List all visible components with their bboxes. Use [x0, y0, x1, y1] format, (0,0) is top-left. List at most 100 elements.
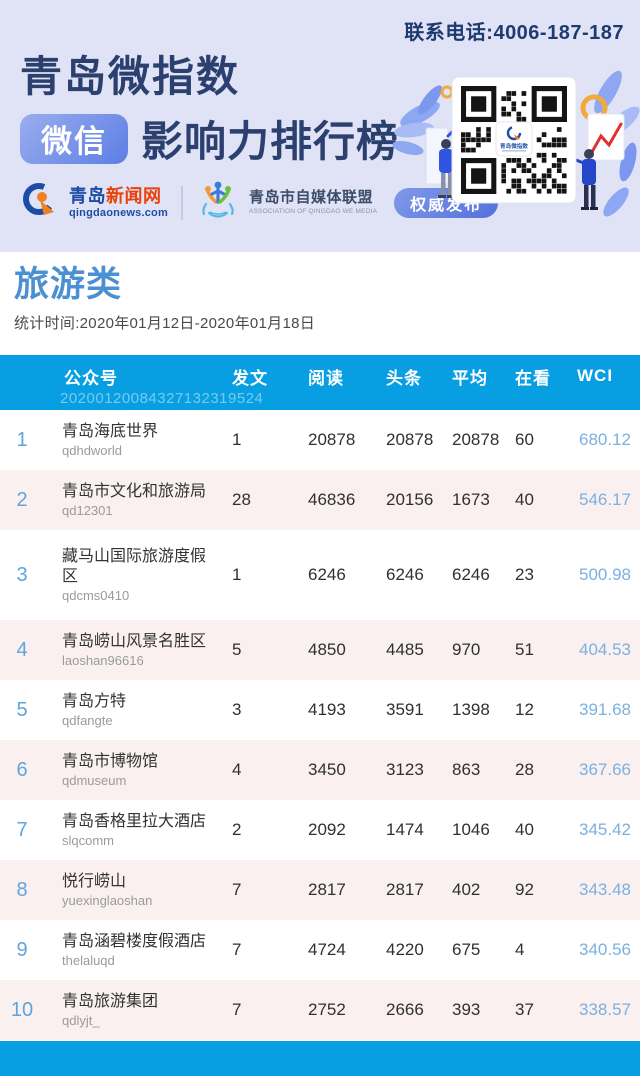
posts-value: 7: [230, 880, 306, 900]
average-value: 675: [450, 940, 513, 960]
posts-value: 7: [230, 1000, 306, 1020]
main-title-line2: 影响力排行榜: [141, 108, 399, 169]
reads-value: 6246: [306, 565, 384, 585]
account-name: 青岛旅游集团: [62, 992, 216, 1012]
table-row: 7 青岛香格里拉大酒店 slqcomm 2 2092 1474 1046 40 …: [0, 800, 640, 860]
reads-value: 3450: [306, 760, 384, 780]
views-value: 51: [513, 640, 575, 660]
qingdaonews-logo-icon: [20, 180, 60, 225]
account-id: laoshan96616: [62, 654, 216, 668]
column-views: 在看: [513, 364, 575, 389]
views-value: 28: [513, 760, 575, 780]
reads-value: 2817: [306, 880, 384, 900]
table-row: 8 悦行崂山 yuexinglaoshan 7 2817 2817 402 92…: [0, 860, 640, 920]
reads-value: 46836: [306, 490, 384, 510]
posts-value: 7: [230, 940, 306, 960]
account-name: 青岛香格里拉大酒店: [62, 812, 216, 832]
association-name: 青岛市自媒体联盟: [249, 190, 377, 207]
account-id: yuexinglaoshan: [62, 894, 216, 908]
posts-value: 3: [230, 700, 306, 720]
wci-value: 338.57: [575, 1000, 640, 1020]
top-value: 20156: [384, 490, 450, 510]
table-row: 3 藏马山国际旅游度假区 qdcms0410 1 6246 6246 6246 …: [0, 530, 640, 620]
account-cell: 青岛旅游集团 qdlyjt_: [58, 992, 230, 1028]
posts-value: 1: [230, 565, 306, 585]
average-value: 1673: [450, 490, 513, 510]
qr-center-label: 青岛微指数: [500, 142, 528, 150]
wci-value: 680.12: [575, 430, 640, 450]
reads-value: 20878: [306, 430, 384, 450]
account-id: qdcms0410: [62, 589, 216, 603]
posts-value: 2: [230, 820, 306, 840]
rank-number: 3: [0, 564, 58, 587]
views-value: 37: [513, 1000, 575, 1020]
rank-number: 2: [0, 489, 58, 512]
logo-divider: [181, 186, 183, 220]
posts-value: 4: [230, 760, 306, 780]
main-title-line1: 青岛微指数: [20, 56, 399, 100]
column-account: 公众号: [58, 364, 230, 389]
wci-value: 546.17: [575, 490, 640, 510]
top-value: 2817: [384, 880, 450, 900]
average-value: 863: [450, 760, 513, 780]
wci-value: 500.98: [575, 565, 640, 585]
account-cell: 青岛海底世界 qdhdworld: [58, 422, 230, 458]
top-value: 3123: [384, 760, 450, 780]
qingdaonews-url: qingdaonews.com: [69, 207, 168, 219]
top-value: 3591: [384, 700, 450, 720]
ranking-poster: 联系电话:4006-187-187 青岛微指数 微信 影响力排行榜 青岛新闻网 …: [0, 0, 640, 1075]
qingdaonews-name-cn2: 新闻网: [106, 186, 162, 206]
average-value: 393: [450, 1000, 513, 1020]
top-value: 20878: [384, 430, 450, 450]
rank-number: 8: [0, 879, 58, 902]
account-cell: 青岛市文化和旅游局 qd12301: [58, 482, 230, 518]
account-name: 青岛海底世界: [62, 422, 216, 442]
top-value: 4485: [384, 640, 450, 660]
table-row: 5 青岛方特 qdfangte 3 4193 3591 1398 12 391.…: [0, 680, 640, 740]
qr-center-logo: 青岛微指数: [496, 122, 532, 156]
average-value: 970: [450, 640, 513, 660]
column-wci: WCI: [575, 366, 640, 386]
account-id: qd12301: [62, 504, 216, 518]
account-name: 悦行崂山: [62, 872, 216, 892]
stat-period: 统计时间:2020年01月12日-2020年01月18日: [14, 312, 640, 333]
average-value: 20878: [450, 430, 513, 450]
reads-value: 4850: [306, 640, 384, 660]
wci-value: 343.48: [575, 880, 640, 900]
wci-value: 367.66: [575, 760, 640, 780]
account-name: 青岛市文化和旅游局: [62, 482, 216, 502]
average-value: 1046: [450, 820, 513, 840]
views-value: 12: [513, 700, 575, 720]
column-top: 头条: [384, 364, 450, 389]
views-value: 40: [513, 490, 575, 510]
header-watermark: 20200120084327132319524: [60, 390, 263, 407]
title-block: 青岛微指数 微信 影响力排行榜: [20, 56, 399, 169]
account-name: 青岛方特: [62, 692, 216, 712]
views-value: 23: [513, 565, 575, 585]
rank-number: 9: [0, 939, 58, 962]
table-row: 10 青岛旅游集团 qdlyjt_ 7 2752 2666 393 37 338…: [0, 980, 640, 1040]
association-logo-text: 青岛市自媒体联盟 ASSOCIATION OF QINGDAO WE MEDIA: [249, 190, 377, 216]
account-id: qdlyjt_: [62, 1014, 216, 1028]
ranking-table: 公众号 发文 阅读 头条 平均 在看 WCI 20200120084327132…: [0, 355, 640, 1040]
table-row: 9 青岛涵碧楼度假酒店 thelaluqd 7 4724 4220 675 4 …: [0, 920, 640, 980]
average-value: 402: [450, 880, 513, 900]
top-value: 6246: [384, 565, 450, 585]
views-value: 40: [513, 820, 575, 840]
average-value: 6246: [450, 565, 513, 585]
wci-value: 340.56: [575, 940, 640, 960]
account-name: 青岛市博物馆: [62, 752, 216, 772]
account-id: slqcomm: [62, 834, 216, 848]
qingdaonews-name-cn1: 青岛: [69, 186, 106, 206]
posts-value: 1: [230, 430, 306, 450]
account-cell: 青岛崂山风景名胜区 laoshan96616: [58, 632, 230, 668]
rank-number: 10: [0, 999, 58, 1022]
account-name: 青岛崂山风景名胜区: [62, 632, 216, 652]
average-value: 1398: [450, 700, 513, 720]
posts-value: 28: [230, 490, 306, 510]
rank-number: 1: [0, 429, 58, 452]
table-body: 1 青岛海底世界 qdhdworld 1 20878 20878 20878 6…: [0, 410, 640, 1040]
reads-value: 4193: [306, 700, 384, 720]
table-row: 6 青岛市博物馆 qdmuseum 4 3450 3123 863 28 367…: [0, 740, 640, 800]
account-name: 藏马山国际旅游度假区: [62, 547, 216, 587]
